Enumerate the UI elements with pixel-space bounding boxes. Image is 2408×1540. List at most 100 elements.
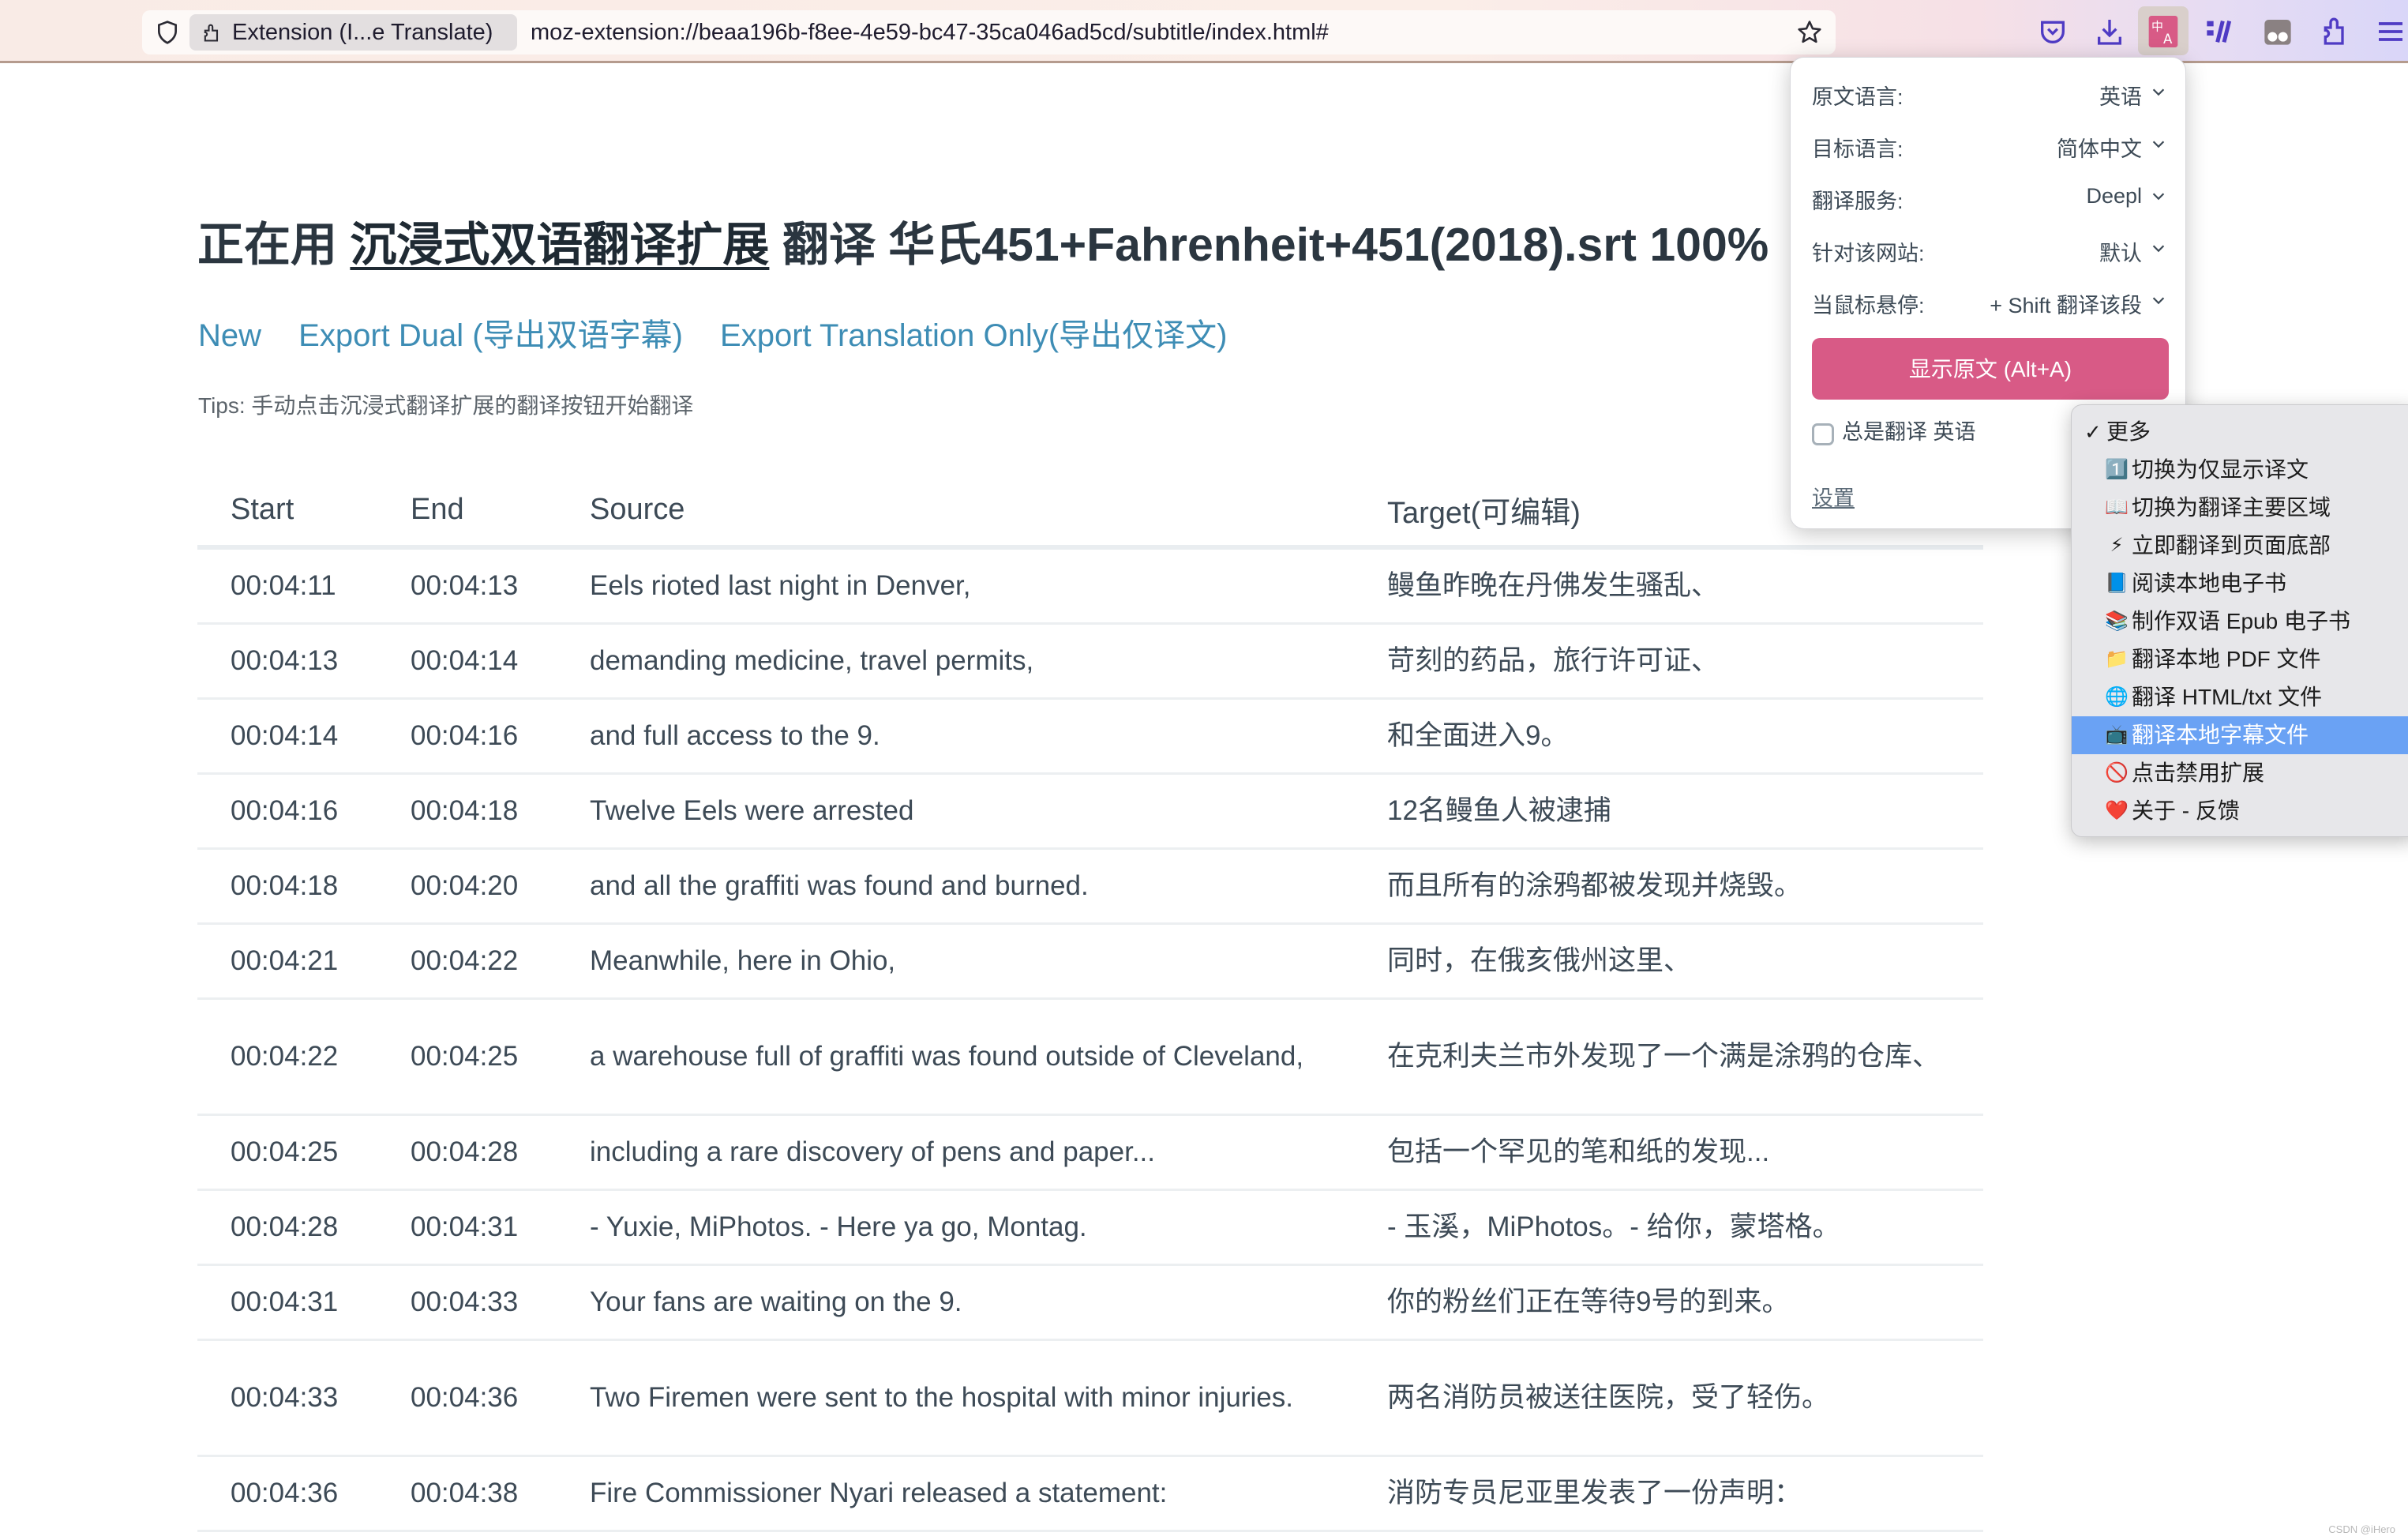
always-translate-option[interactable]: 总是翻译 英语 [1812, 415, 1976, 445]
menu-item[interactable]: 📚 制作双语 Epub 电子书 [2072, 603, 2408, 640]
source-language-label: 原文语言: [1812, 85, 1904, 109]
translation-service-select[interactable]: 翻译服务: Deepl [1812, 176, 2167, 216]
extension-identity-chip[interactable]: Extension (I...e Translate) [189, 14, 517, 51]
hamburger-menu-icon[interactable] [2375, 16, 2406, 47]
show-original-button[interactable]: 显示原文 (Alt+A) [1812, 338, 2169, 400]
cell-target[interactable]: 你的粉丝们正在等待9号的到来。 [1354, 1264, 1983, 1341]
cell-end: 00:04:13 [377, 547, 557, 625]
translate-extension-icon[interactable]: 中A [2147, 14, 2179, 49]
open-book-icon: 📖 [2105, 497, 2129, 518]
cell-target[interactable]: 在克利夫兰市外发现了一个满是涂鸦的仓库、 [1354, 998, 1983, 1116]
cell-target[interactable]: 和全面进入9。 [1354, 698, 1983, 775]
site-rule-select[interactable]: 针对该网站: 默认 [1812, 228, 2167, 268]
menu-item[interactable]: 🚫 点击禁用扩展 [2072, 754, 2408, 792]
action-links: New Export Dual (导出双语字幕) Export Translat… [198, 310, 1255, 355]
cell-start: 00:04:25 [197, 1114, 377, 1191]
lightning-icon: ⚡ [2110, 535, 2124, 556]
menu-item-label: 点击禁用扩展 [2132, 761, 2265, 785]
extension-link[interactable]: 沉浸式双语翻译扩展 [350, 219, 769, 271]
cell-start: 00:04:31 [197, 1264, 377, 1341]
cell-end: 00:04:38 [377, 1455, 557, 1532]
cell-target[interactable]: 鳗鱼昨晚在丹佛发生骚乱、 [1354, 547, 1983, 625]
cell-target[interactable]: 而且所有的涂鸦都被发现并烧毁。 [1354, 848, 1983, 925]
menu-item[interactable]: ❤️ 关于 - 反馈 [2072, 792, 2408, 830]
cell-end: 00:04:20 [377, 848, 557, 925]
folder-icon: 📁 [2105, 648, 2129, 670]
new-link[interactable]: New [198, 318, 261, 353]
menu-item-label: 翻译 HTML/txt 文件 [2132, 685, 2323, 709]
table-row: 00:04:22 00:04:25 a warehouse full of graf… [197, 998, 1983, 1116]
header-start: Start [197, 474, 377, 550]
hover-mode-value: + Shift 翻译该段 [1990, 294, 2142, 317]
export-dual-link[interactable]: Export Dual (导出双语字幕) [298, 318, 683, 353]
menu-item-label: 更多 [2106, 419, 2151, 444]
pocket-icon[interactable] [2037, 16, 2069, 47]
settings-link[interactable]: 设置 [1812, 481, 1855, 512]
extension-chip-label: Extension (I...e Translate) [232, 20, 493, 45]
cell-start: 00:04:21 [197, 923, 377, 1000]
watermark: CSDN @iHero [2328, 1523, 2395, 1535]
header-source: Source [557, 474, 1354, 550]
export-translation-only-link[interactable]: Export Translation Only(导出仅译文) [720, 318, 1227, 353]
cell-target[interactable]: 包括一个罕见的笔和纸的发现... [1354, 1114, 1983, 1191]
cell-target[interactable]: - 玉溪，MiPhotos。- 给你，蒙塔格。 [1354, 1189, 1983, 1266]
more-context-menu: ✓ 更多 1️⃣ 切换为仅显示译文 📖 切换为翻译主要区域 ⚡ 立即翻译到页面底部 📘 阅读本地电… [2071, 404, 2408, 837]
cell-source: Your fans are waiting on the 9. [557, 1264, 1354, 1341]
table-row: 00:04:18 00:04:20 and all the graffiti was… [197, 848, 1983, 925]
books-icon: 📚 [2105, 610, 2129, 632]
target-language-value: 简体中文 [2057, 137, 2142, 161]
table-row: 00:04:33 00:04:36 Two Firemen were sent to… [197, 1339, 1983, 1457]
shield-icon[interactable] [155, 20, 180, 45]
bookmark-star-icon[interactable] [1796, 19, 1823, 46]
cell-end: 00:04:18 [377, 773, 557, 850]
source-language-select[interactable]: 原文语言: 英语 [1812, 72, 2167, 111]
menu-item[interactable]: 🌐 翻译 HTML/txt 文件 [2072, 678, 2408, 716]
svg-text:中: 中 [2151, 19, 2163, 33]
subtitle-table: Start End Source Target(可编辑) 00:04:11 00:… [197, 474, 1983, 1532]
table-row: 00:04:13 00:04:14 demanding medicine, trav… [197, 623, 1983, 700]
always-translate-checkbox[interactable] [1812, 423, 1834, 445]
puzzle-icon [204, 24, 219, 42]
title-prefix: 正在用 [197, 219, 351, 271]
menu-item-label: 翻译本地 PDF 文件 [2132, 647, 2321, 671]
menu-item[interactable]: 📁 翻译本地 PDF 文件 [2072, 640, 2408, 678]
target-language-select[interactable]: 目标语言: 简体中文 [1812, 124, 2167, 163]
menu-item[interactable]: ✓ 更多 [2072, 413, 2408, 451]
cell-target[interactable]: 12名鳗鱼人被逮捕 [1354, 773, 1983, 850]
download-icon[interactable] [2094, 16, 2125, 47]
cell-source: Meanwhile, here in Ohio, [557, 923, 1354, 1000]
cell-end: 00:04:14 [377, 623, 557, 700]
browser-toolbar: Extension (I...e Translate) moz-extensio… [0, 0, 2408, 63]
cell-source: and full access to the 9. [557, 698, 1354, 775]
blue-book-icon: 📘 [2105, 573, 2129, 594]
simple-translate-icon[interactable] [2204, 16, 2236, 47]
cell-target[interactable]: 两名消防员被送往医院，受了轻伤。 [1354, 1339, 1983, 1457]
extensions-icon[interactable] [2319, 16, 2350, 47]
always-translate-label: 总是翻译 英语 [1842, 420, 1976, 444]
cell-start: 00:04:36 [197, 1455, 377, 1532]
menu-item[interactable]: 1️⃣ 切换为仅显示译文 [2072, 451, 2408, 489]
menu-item-label: 立即翻译到页面底部 [2132, 533, 2331, 558]
cell-target[interactable]: 苛刻的药品，旅行许可证、 [1354, 623, 1983, 700]
chevron-down-icon [2152, 245, 2165, 253]
cell-source: Fire Commissioner Nyari released a state… [557, 1455, 1354, 1532]
url-text[interactable]: moz-extension://beaa196b-f8ee-4e59-bc47-… [531, 10, 1329, 54]
cell-target[interactable]: 消防专员尼亚里发表了一份声明： [1354, 1455, 1983, 1532]
cell-source: and all the graffiti was found and burne… [557, 848, 1354, 925]
menu-item-label: 制作双语 Epub 电子书 [2132, 609, 2350, 633]
page-title: 正在用 沉浸式双语翻译扩展 翻译 华氏451+Fahrenheit+451(20… [197, 207, 1768, 274]
menu-item[interactable]: ⚡ 立即翻译到页面底部 [2072, 527, 2408, 565]
tips-text: Tips: 手动点击沉浸式翻译扩展的翻译按钮开始翻译 [198, 393, 694, 418]
keycap-one-icon: 1️⃣ [2105, 459, 2129, 480]
tracker-icon[interactable] [2262, 16, 2294, 47]
cell-target[interactable]: 同时，在俄亥俄州这里、 [1354, 923, 1983, 1000]
menu-item[interactable]: 📘 阅读本地电子书 [2072, 565, 2408, 603]
translation-service-value: Deepl [2086, 184, 2142, 208]
address-bar[interactable]: Extension (I...e Translate) moz-extensio… [142, 10, 1836, 54]
chevron-down-icon [2152, 141, 2165, 148]
menu-item[interactable]: 📺 翻译本地字幕文件 [2072, 716, 2408, 754]
prohibited-icon: 🚫 [2105, 762, 2129, 783]
menu-item[interactable]: 📖 切换为翻译主要区域 [2072, 489, 2408, 527]
menu-item-label: 关于 - 反馈 [2132, 798, 2240, 823]
hover-mode-select[interactable]: 当鼠标悬停: + Shift 翻译该段 [1812, 280, 2167, 320]
